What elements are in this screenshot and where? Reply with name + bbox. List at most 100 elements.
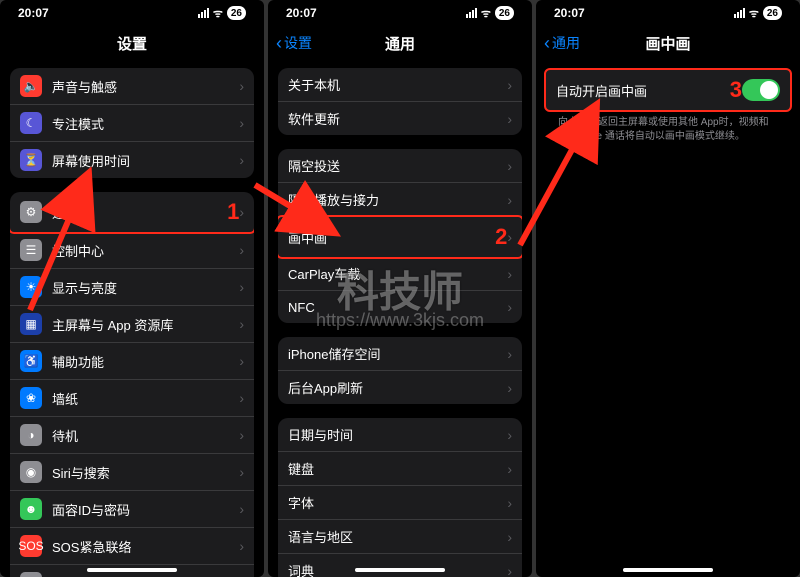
general-row[interactable]: 语言与地区› [278,520,522,554]
general-row[interactable]: 键盘› [278,452,522,486]
settings-row[interactable]: ⚙通用1› [10,192,254,234]
settings-row[interactable]: ◉Siri与搜索› [10,454,254,491]
wifi-icon: ᯤ [481,6,491,21]
row-label: 字体 [288,493,507,512]
home-indicator[interactable] [87,568,177,572]
settings-row[interactable]: ☻面容ID与密码› [10,491,254,528]
chevron-right-icon: › [507,299,512,315]
faceid-icon: ☻ [20,498,42,520]
chevron-right-icon: › [239,115,244,131]
settings-row[interactable]: ⏳屏幕使用时间› [10,142,254,178]
row-label: 关于本机 [288,75,507,94]
back-button[interactable]: ‹ 通用 [544,33,580,53]
row-label: 画中画 [288,228,489,247]
home-indicator[interactable] [355,568,445,572]
chevron-right-icon: › [507,495,512,511]
status-time: 20:07 [18,6,49,20]
standby-icon: ◑ [20,424,42,446]
row-label: 显示与亮度 [52,278,239,297]
settings-row[interactable]: SOSSOS紧急联络› [10,528,254,565]
general-list[interactable]: 关于本机›软件更新›隔空投送›隔空播放与接力›画中画2›CarPlay车载›NF… [268,60,532,577]
row-label: 专注模式 [52,114,239,133]
general-row[interactable]: 关于本机› [278,68,522,102]
page-title: 通用 [385,33,415,54]
settings-row[interactable]: ◑ 待机› [10,417,254,454]
general-group: 隔空投送›隔空播放与接力›画中画2›CarPlay车载›NFC› [278,149,522,323]
row-label: 墙纸 [52,389,239,408]
signal-icon [734,8,745,18]
row-label: 屏幕使用时间 [52,151,239,170]
step-number-2: 2 [495,224,507,250]
chevron-right-icon: › [239,279,244,295]
sos-icon: SOS [20,535,42,557]
general-group: iPhone储存空间›后台App刷新› [278,337,522,404]
general-row[interactable]: CarPlay车载› [278,257,522,291]
wifi-icon: ᯤ [749,6,759,21]
auto-pip-row[interactable]: 自动开启画中画 3 [546,70,790,110]
row-label: iPhone储存空间 [288,344,507,363]
focus-icon: ☾ [20,112,42,134]
nav-header: 设置 [0,26,264,60]
general-row[interactable]: 日期与时间› [278,418,522,452]
siri-icon: ◉ [20,461,42,483]
chevron-right-icon: › [507,111,512,127]
general-row[interactable]: 词典› [278,554,522,577]
row-label: 暴露通知 [52,574,239,577]
chevron-right-icon: › [239,353,244,369]
chevron-right-icon: › [507,427,512,443]
general-row[interactable]: 软件更新› [278,102,522,135]
settings-screen: 20:07 ᯤ 26 设置 🔈声音与触感›☾专注模式›⏳屏幕使用时间›⚙通用1›… [0,0,264,577]
chevron-right-icon: › [239,427,244,443]
back-button[interactable]: ‹ 设置 [276,33,312,53]
auto-pip-toggle[interactable] [742,79,780,101]
display-icon: ☀ [20,276,42,298]
chevron-right-icon: › [507,77,512,93]
chevron-right-icon: › [507,266,512,282]
row-label: 日期与时间 [288,425,507,444]
sound-icon: 🔈 [20,75,42,97]
home-indicator[interactable] [623,568,713,572]
chevron-right-icon: › [239,316,244,332]
step-number-1: 1 [227,199,239,225]
general-group: 日期与时间›键盘›字体›语言与地区›词典› [278,418,522,577]
control-center-icon: ☰ [20,239,42,261]
settings-row[interactable]: ☾ 专注模式› [10,105,254,142]
settings-row[interactable]: 🔈声音与触感› [10,68,254,105]
chevron-right-icon: › [239,204,244,220]
settings-row[interactable]: ▦主屏幕与 App 资源库› [10,306,254,343]
settings-row[interactable]: ❀墙纸› [10,380,254,417]
auto-pip-label: 自动开启画中画 [556,81,724,100]
chevron-right-icon: › [239,390,244,406]
page-title: 画中画 [645,33,690,54]
chevron-right-icon: › [507,158,512,174]
status-time: 20:07 [286,6,317,20]
general-screen: 20:07 ᯤ 26 ‹ 设置 通用 关于本机›软件更新›隔空投送›隔空播放与接… [268,0,532,577]
settings-row[interactable]: ☀ 显示与亮度› [10,269,254,306]
screentime-icon: ⏳ [20,149,42,171]
general-row[interactable]: 画中画2› [278,215,522,259]
status-right: ᯤ 26 [198,6,246,21]
general-row[interactable]: iPhone储存空间› [278,337,522,371]
status-time: 20:07 [554,6,585,20]
pip-content: 自动开启画中画 3 向上轻扫返回主屏幕或使用其他 App时，视频和 FaceTi… [536,60,800,577]
settings-row[interactable]: ☰控制中心› [10,232,254,269]
settings-list[interactable]: 🔈声音与触感›☾专注模式›⏳屏幕使用时间›⚙通用1›☰控制中心›☀显示与亮度›▦… [0,60,264,577]
wifi-icon: ᯤ [213,6,223,21]
row-label: 软件更新 [288,109,507,128]
row-label: 待机 [52,426,239,445]
page-title: 设置 [117,33,147,54]
settings-row[interactable]: ♿辅助功能› [10,343,254,380]
status-right: ᯤ 26 [734,6,782,21]
general-row[interactable]: 字体› [278,486,522,520]
general-row[interactable]: 后台App刷新› [278,371,522,404]
general-row[interactable]: 隔空投送› [278,149,522,183]
general-row[interactable]: NFC› [278,291,522,323]
row-label: 键盘 [288,459,507,478]
row-label: 声音与触感 [52,77,239,96]
row-label: 语言与地区 [288,527,507,546]
chevron-right-icon: › [239,538,244,554]
general-row[interactable]: 隔空播放与接力› [278,183,522,217]
row-label: NFC [288,300,507,315]
signal-icon [198,8,209,18]
pip-footnote: 向上轻扫返回主屏幕或使用其他 App时，视频和 FaceTime 通话将自动以画… [546,110,790,144]
